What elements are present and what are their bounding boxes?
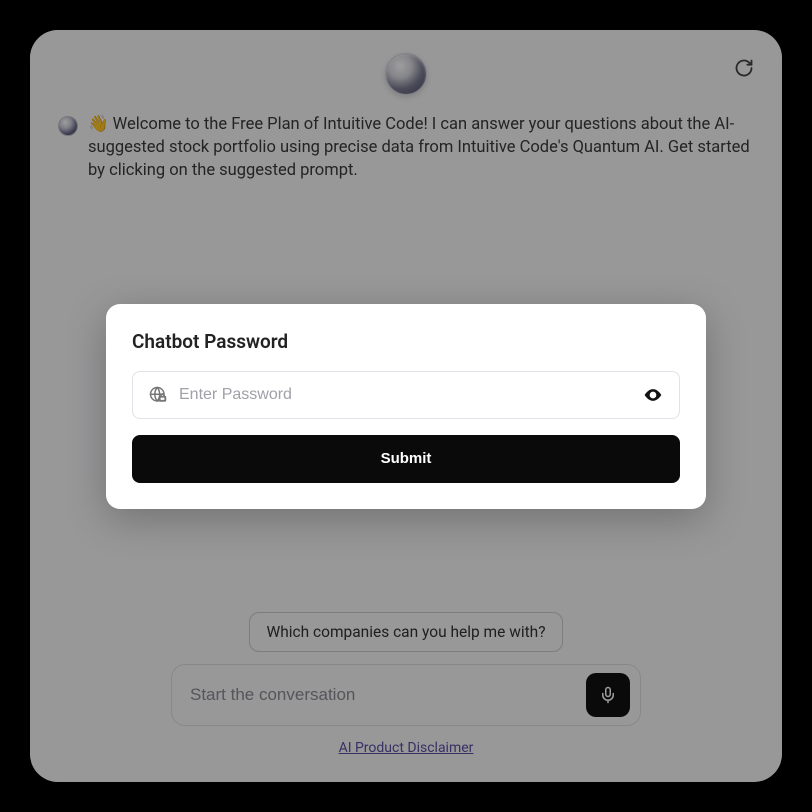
modal-overlay[interactable]: Chatbot Password: [30, 30, 782, 782]
submit-button[interactable]: Submit: [132, 435, 680, 483]
password-modal: Chatbot Password: [106, 304, 706, 509]
globe-lock-icon: [149, 386, 167, 404]
password-field: [132, 371, 680, 419]
password-input[interactable]: [179, 386, 631, 404]
toggle-password-visibility[interactable]: [643, 385, 663, 405]
eye-icon: [643, 385, 663, 405]
chat-app: 👋 Welcome to the Free Plan of Intuitive …: [30, 30, 782, 782]
modal-title: Chatbot Password: [132, 330, 680, 353]
